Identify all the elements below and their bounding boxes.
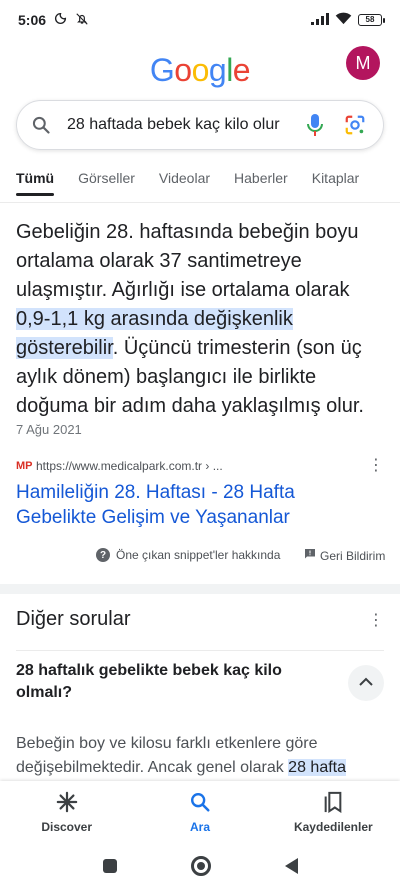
status-time: 5:06 [18, 12, 47, 28]
logo-letter: G [149, 52, 175, 88]
recents-button[interactable] [102, 858, 117, 873]
collapse-button[interactable] [348, 665, 384, 701]
system-navigation-bar [0, 843, 400, 888]
tab-all[interactable]: Tümü [16, 170, 55, 202]
logo-letter: o [191, 52, 210, 88]
battery-icon: 58 [358, 14, 385, 26]
feedback-link[interactable]: Geri Bildirim [304, 548, 385, 563]
avatar[interactable]: M [346, 46, 380, 80]
feedback-icon [304, 548, 316, 563]
tab-images[interactable]: Görseller [78, 170, 135, 202]
answer-highlight: 28 hafta [288, 759, 346, 776]
notifications-off-icon [75, 12, 89, 29]
site-favicon: MP [16, 460, 33, 472]
tab-news[interactable]: Haberler [234, 170, 288, 202]
question-item[interactable]: 28 haftalık gebelikte bebek kaç kilo olm… [16, 660, 316, 704]
answer-text: Bebeğin boy ve kilosu farklı etkenlere g… [16, 735, 318, 776]
divider [0, 202, 400, 203]
home-button[interactable] [190, 855, 211, 876]
microphone-icon[interactable] [301, 113, 329, 137]
nav-label: Ara [189, 819, 210, 834]
chevron-up-icon [359, 674, 373, 692]
more-vert-icon[interactable]: ⋮ [366, 458, 386, 474]
status-right: 58 [311, 12, 385, 28]
search-query[interactable]: 28 haftada bebek kaç kilo olur [67, 116, 289, 134]
status-left: 5:06 [18, 12, 89, 29]
about-snippets-label: Öne çıkan snippet'ler hakkında [116, 548, 281, 562]
signal-icon [311, 12, 329, 28]
asterisk-icon [56, 791, 78, 816]
logo-letter: o [174, 52, 192, 88]
search-box[interactable]: 28 haftada bebek kaç kilo olur [16, 100, 384, 150]
wifi-icon [335, 12, 352, 28]
nav-label: Kaydedilenler [293, 819, 373, 834]
result-title-link[interactable]: Hamileliğin 28. Haftası - 28 Hafta Gebel… [16, 480, 346, 530]
question-answer: Bebeğin boy ve kilosu farklı etkenlere g… [16, 732, 386, 780]
snippet-text-before: Gebeliğin 28. haftasında bebeğin boyu or… [16, 221, 359, 301]
featured-snippet-text: Gebeliğin 28. haftasında bebeğin boyu or… [16, 218, 386, 421]
search-icon [31, 115, 57, 135]
logo-letter: l [226, 52, 233, 88]
other-questions-title: Diğer sorular [16, 608, 131, 630]
source-url[interactable]: https://www.medicalpark.com.tr › ... [36, 459, 366, 473]
help-icon: ? [96, 548, 110, 562]
more-vert-icon[interactable]: ⋮ [368, 610, 384, 630]
about-snippets-link[interactable]: ? Öne çıkan snippet'ler hakkında [96, 548, 280, 562]
divider [16, 650, 384, 651]
tab-videos[interactable]: Videolar [159, 170, 210, 202]
search-tabs: Tümü Görseller Videolar Haberler Kitapla… [0, 170, 400, 202]
snippet-feedback-row: ? Öne çıkan snippet'ler hakkında Geri Bi… [0, 548, 400, 570]
moon-icon [54, 12, 67, 28]
tab-books[interactable]: Kitaplar [312, 170, 359, 202]
google-lens-icon[interactable] [341, 114, 369, 136]
nav-label: Discover [41, 819, 93, 834]
search-icon [189, 791, 211, 816]
back-button[interactable] [284, 857, 298, 874]
status-bar: 5:06 58 [0, 0, 400, 40]
section-separator [0, 584, 400, 594]
nav-search[interactable]: Ara [133, 781, 266, 843]
bottom-navigation: Discover Ara Kaydedilenler [0, 781, 400, 843]
nav-saved[interactable]: Kaydedilenler [267, 781, 400, 843]
snippet-source[interactable]: MP https://www.medicalpark.com.tr › ... … [16, 458, 386, 474]
snippet-date: 7 Ağu 2021 [16, 422, 82, 437]
logo-letter: e [232, 52, 251, 88]
nav-discover[interactable]: Discover [0, 781, 133, 843]
bookmarks-icon [322, 791, 344, 816]
google-logo[interactable]: Google [0, 52, 400, 89]
logo-letter: g [208, 52, 227, 88]
feedback-label: Geri Bildirim [320, 548, 386, 563]
